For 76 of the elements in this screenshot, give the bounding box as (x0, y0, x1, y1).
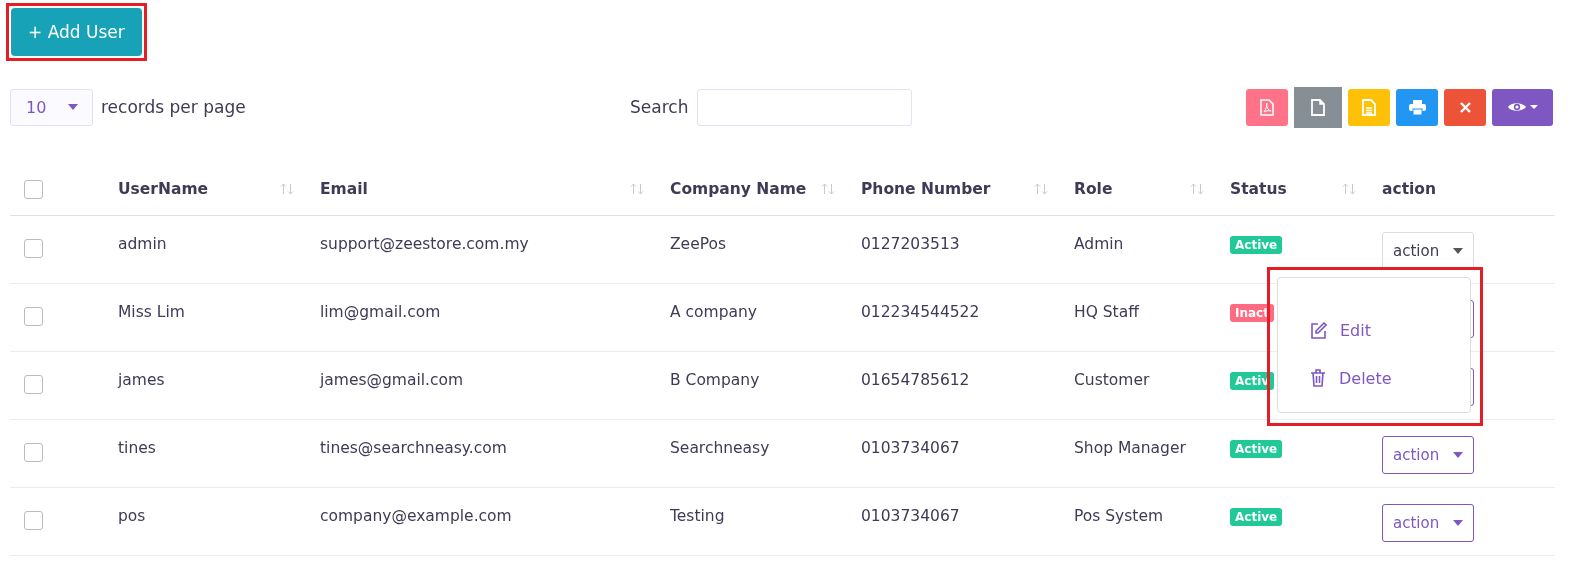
sort-icon[interactable] (821, 183, 835, 195)
clear-button[interactable] (1444, 88, 1486, 126)
table-cell: lim@gmail.com (320, 303, 441, 321)
sort-icon[interactable] (1034, 183, 1048, 195)
search-label: Search (630, 97, 689, 117)
sort-icon[interactable] (1190, 183, 1204, 195)
table-cell: james (118, 371, 165, 389)
file-button[interactable] (1294, 86, 1342, 128)
table-cell: Admin (1074, 235, 1124, 253)
edit-icon (1310, 321, 1327, 339)
table-cell: admin (118, 235, 167, 253)
table-cell: 012234544522 (861, 303, 980, 321)
table-cell: Shop Manager (1074, 439, 1186, 457)
records-per-page-label: records per page (101, 97, 246, 117)
column-header[interactable]: Role (1074, 180, 1113, 198)
row-checkbox[interactable] (24, 511, 43, 530)
search-field[interactable] (697, 88, 913, 126)
caret-icon (68, 104, 78, 110)
view-button[interactable] (1492, 88, 1553, 126)
status-badge: Activ (1230, 372, 1275, 390)
caret-icon (1453, 520, 1463, 526)
table-cell: Miss Lim (118, 303, 185, 321)
table-cell: Pos System (1074, 507, 1164, 525)
table-cell: Searchneasy (670, 439, 770, 457)
page-size-select[interactable]: 10 (10, 88, 93, 126)
row-checkbox[interactable] (24, 239, 43, 258)
table-cell: james@gmail.com (320, 371, 464, 389)
status-badge: Active (1230, 236, 1283, 254)
column-header[interactable]: action (1382, 180, 1437, 198)
table-cell: 01654785612 (861, 371, 970, 389)
status-badge: Inact (1230, 304, 1274, 322)
print-button[interactable] (1396, 88, 1438, 126)
status-badge: Active (1230, 440, 1283, 458)
table-cell: A company (670, 303, 757, 321)
table-cell: HQ Staff (1074, 303, 1139, 321)
menu-item[interactable]: Edit (1278, 306, 1470, 354)
table-cell: Customer (1074, 371, 1150, 389)
column-header[interactable]: Status (1230, 180, 1287, 198)
table-cell: tines@searchneasy.com (320, 439, 507, 457)
eye-icon (1507, 101, 1538, 113)
column-header[interactable]: Company Name (670, 180, 807, 198)
trash-icon (1310, 369, 1326, 387)
status-badge: Active (1230, 508, 1283, 526)
caret-icon (1453, 452, 1463, 458)
select-all-checkbox[interactable] (24, 179, 43, 199)
table-cell: tines (118, 439, 156, 457)
sort-icon[interactable] (630, 183, 644, 195)
table-cell: pos (118, 507, 146, 525)
printer-icon (1408, 99, 1426, 115)
row-checkbox[interactable] (24, 307, 43, 326)
column-header[interactable]: Phone Number (861, 180, 991, 198)
table-cell: ZeePos (670, 235, 727, 253)
table-cell: 0103734067 (861, 507, 960, 525)
table-cell: support@zeestore.com.my (320, 235, 529, 253)
text-button[interactable] (1348, 88, 1390, 126)
close-icon (1459, 101, 1471, 113)
pdf-file-icon (1260, 98, 1274, 116)
table-cell: Testing (670, 507, 725, 525)
menu-item[interactable]: Delete (1278, 354, 1470, 402)
table-cell: B Company (670, 371, 760, 389)
table-cell: company@example.com (320, 507, 512, 525)
row-checkbox[interactable] (24, 375, 43, 394)
column-header[interactable]: UserName (118, 180, 209, 198)
file-icon (1311, 98, 1325, 116)
table-cell: 0103734067 (861, 439, 960, 457)
column-header[interactable]: Email (320, 180, 368, 198)
sort-icon[interactable] (280, 183, 294, 195)
caret-icon (1453, 248, 1463, 254)
document-icon (1362, 98, 1376, 116)
row-checkbox[interactable] (24, 443, 43, 462)
action-dropdown[interactable]: action (1382, 436, 1474, 474)
action-dropdown[interactable]: action (1382, 504, 1474, 542)
pdf-button[interactable] (1246, 88, 1288, 126)
sort-icon[interactable] (1342, 183, 1356, 195)
action-dropdown[interactable]: action (1382, 232, 1474, 270)
table-cell: 0127203513 (861, 235, 960, 253)
